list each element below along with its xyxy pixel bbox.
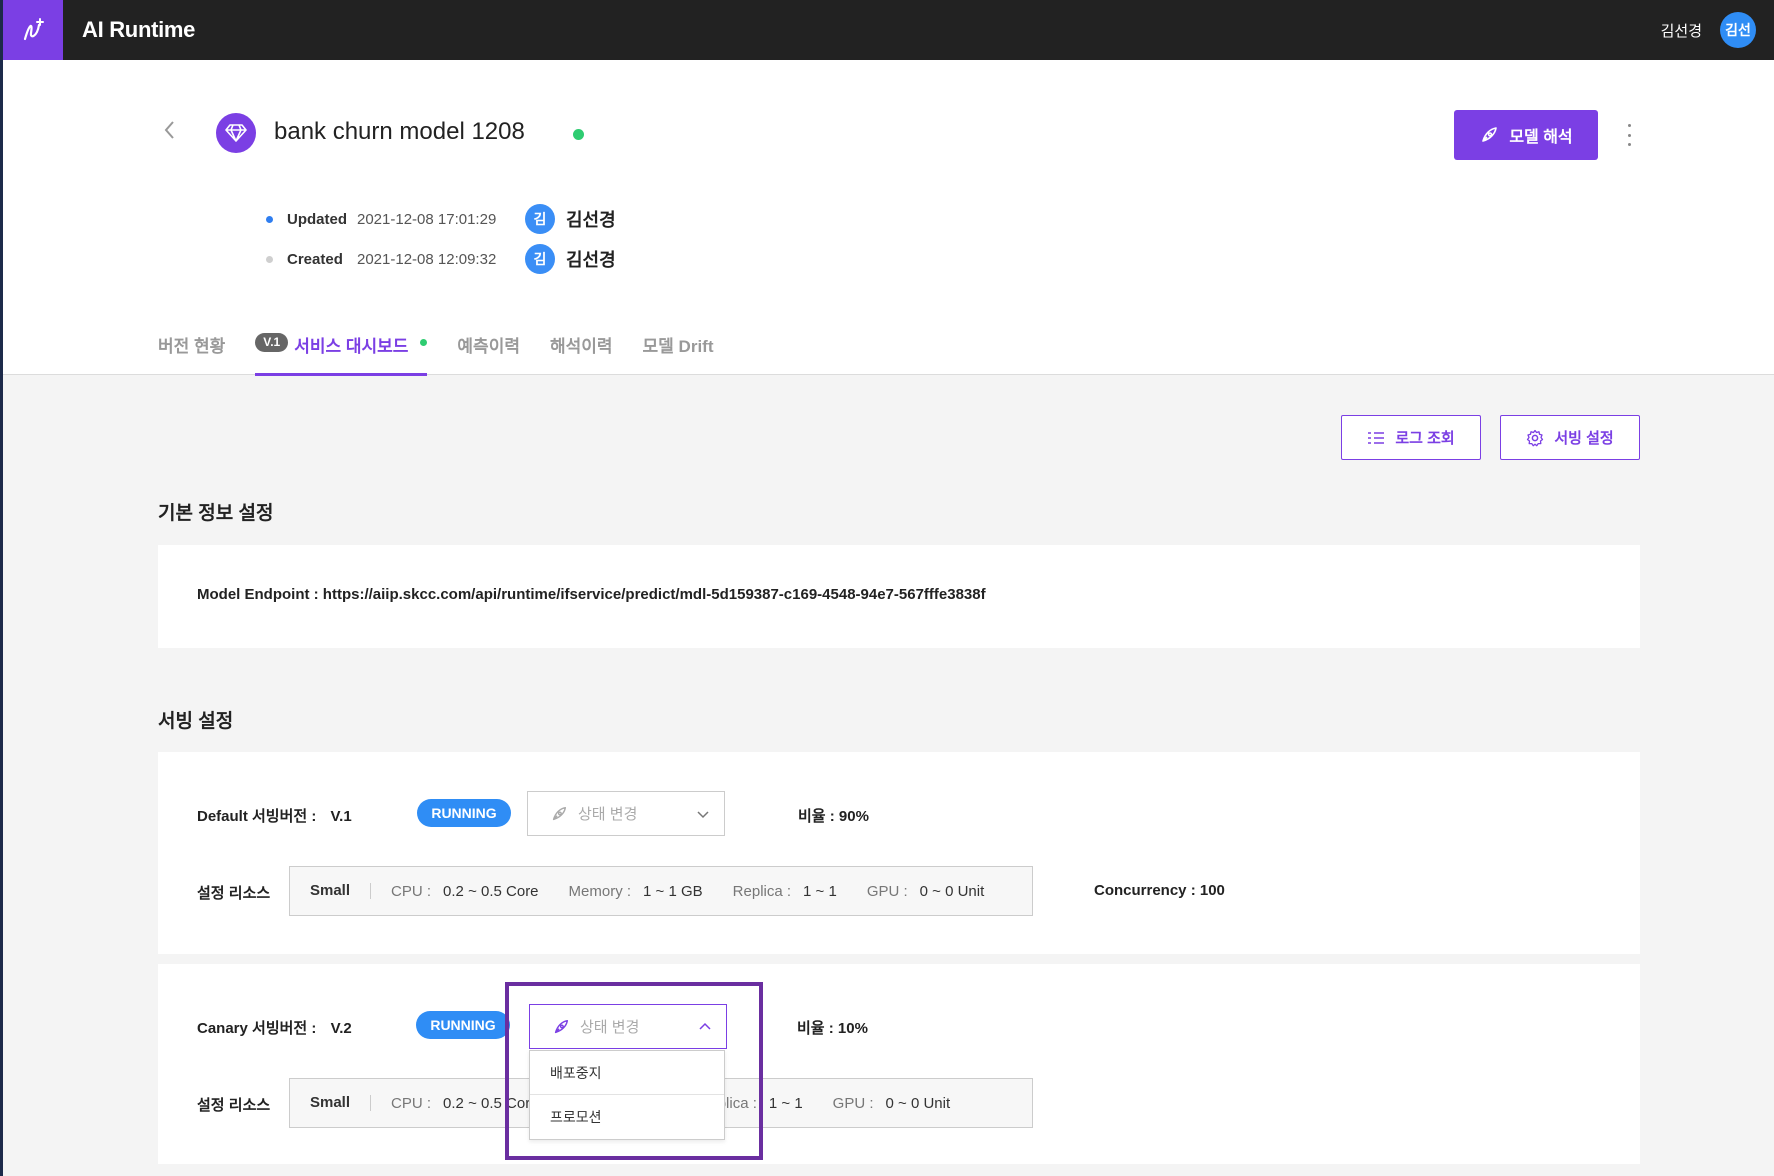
- updated-user: 김선경: [566, 210, 616, 230]
- app-title: AI Runtime: [82, 17, 196, 42]
- user-avatar[interactable]: 김선: [1720, 12, 1756, 48]
- updated-time: 2021-12-08 17:01:29: [357, 210, 497, 228]
- more-menu-button[interactable]: [1623, 124, 1635, 146]
- chevron-left-icon: [164, 121, 174, 139]
- cpu-label: CPU :: [391, 882, 432, 900]
- tab-label: 예측이력: [457, 337, 520, 356]
- chevron-up-icon: [699, 1022, 711, 1030]
- updated-avatar: 김: [525, 204, 555, 234]
- created-bullet: [266, 255, 273, 263]
- serving-settings-button[interactable]: 서빙 설정: [1500, 415, 1640, 460]
- memory-value: 1 ~ 1 GB: [643, 882, 703, 900]
- dropdown-option-promotion[interactable]: 프로모션: [530, 1095, 724, 1139]
- created-row: Created 2021-12-08 12:09:32 김 김선경: [266, 244, 616, 274]
- rocket-icon: [552, 806, 567, 820]
- tab-prediction-history[interactable]: 예측이력: [457, 318, 520, 376]
- canary-serving-label-text: Canary 서빙버전 :: [197, 1020, 317, 1037]
- default-serving-label-text: Default 서빙버전 :: [197, 808, 317, 825]
- logo-icon: [23, 18, 44, 41]
- app-window: AI Runtime 김선경 김선 bank churn model 1208 …: [3, 0, 1774, 1176]
- cpu-label: CPU :: [391, 1094, 432, 1112]
- tab-status-dot: [420, 339, 428, 346]
- explain-model-button[interactable]: 모델 해석: [1454, 110, 1598, 160]
- replica-value: 1 ~ 1: [768, 1094, 803, 1112]
- gpu-value: 0 ~ 0 Unit: [885, 1094, 951, 1112]
- model-endpoint: Model Endpoint : https://aiip.skcc.com/a…: [197, 586, 986, 603]
- log-view-button[interactable]: 로그 조회: [1341, 415, 1481, 460]
- top-bar: AI Runtime 김선경 김선: [3, 0, 1774, 60]
- canary-serving-card: Canary 서빙버전 : V.2 RUNNING 상태 변경 비율 : 10%…: [158, 964, 1640, 1164]
- back-button[interactable]: [158, 118, 182, 142]
- tab-label: 버전 현황: [158, 337, 226, 356]
- rocket-icon: [1482, 127, 1498, 142]
- replica-value: 1 ~ 1: [803, 882, 837, 900]
- canary-status-badge: RUNNING: [416, 1011, 510, 1039]
- basic-info-title: 기본 정보 설정: [158, 503, 274, 524]
- gpu-label: GPU :: [832, 1094, 874, 1112]
- tab-explanation-history[interactable]: 해석이력: [550, 318, 613, 376]
- tab-version-status[interactable]: 버전 현황: [158, 318, 225, 376]
- model-header: bank churn model 1208 모델 해석 Updated 2021…: [3, 60, 1774, 376]
- serving-settings-title: 서빙 설정: [158, 711, 234, 732]
- cpu-value: 0.2 ~ 0.5 Core: [443, 1094, 539, 1112]
- explain-model-label: 모델 해석: [1509, 129, 1573, 146]
- tab-label: 해석이력: [549, 337, 613, 356]
- gear-icon: [1527, 429, 1544, 446]
- gpu-value: 0 ~ 0 Unit: [919, 882, 985, 900]
- model-title: bank churn model 1208: [274, 118, 525, 145]
- canary-serving-version: V.2: [330, 1020, 352, 1037]
- default-status-select[interactable]: 상태 변경: [527, 791, 725, 836]
- canary-select-placeholder: 상태 변경: [580, 1019, 640, 1036]
- version-badge: V.1: [255, 333, 289, 352]
- serving-settings-label: 서빙 설정: [1554, 430, 1614, 447]
- basic-info-card: Model Endpoint : https://aiip.skcc.com/a…: [158, 545, 1640, 648]
- resource-size: Small: [310, 883, 372, 899]
- dropdown-option-stop-deploy[interactable]: 배포중지: [530, 1051, 724, 1095]
- canary-ratio: 비율 : 10%: [797, 1020, 868, 1037]
- cpu-value: 0.2 ~ 0.5 Core: [443, 882, 539, 900]
- memory-label: Memory :: [568, 882, 632, 900]
- diamond-icon: [225, 124, 247, 142]
- created-avatar: 김: [525, 244, 555, 274]
- default-serving-version: V.1: [330, 808, 352, 825]
- created-label: Created: [287, 250, 343, 268]
- default-resource-box: Small CPU : 0.2 ~ 0.5 Core Memory : 1 ~ …: [289, 866, 1033, 916]
- tab-label: 모델 Drift: [642, 337, 714, 356]
- tab-bar: 버전 현황 V.1 서비스 대시보드 예측이력 해석이력 모델 Drift: [158, 318, 744, 376]
- canary-serving-label: Canary 서빙버전 : V.2: [197, 1017, 352, 1038]
- kebab-icon: [1627, 124, 1631, 127]
- tab-label: 서비스 대시보드: [294, 337, 409, 356]
- tab-service-dashboard[interactable]: V.1 서비스 대시보드: [255, 318, 428, 376]
- user-name[interactable]: 김선경: [1661, 20, 1702, 41]
- default-select-placeholder: 상태 변경: [578, 806, 638, 823]
- gpu-label: GPU :: [866, 882, 908, 900]
- chevron-down-icon: [697, 811, 709, 819]
- log-view-label: 로그 조회: [1395, 430, 1455, 447]
- rocket-icon: [554, 1019, 569, 1033]
- created-time: 2021-12-08 12:09:32: [357, 250, 497, 268]
- default-status-badge: RUNNING: [417, 799, 511, 827]
- default-concurrency: Concurrency : 100: [1094, 882, 1225, 899]
- canary-status-select[interactable]: 상태 변경: [529, 1004, 727, 1049]
- default-serving-card: Default 서빙버전 : V.1 RUNNING 상태 변경 비율 : 90…: [158, 752, 1640, 954]
- created-user: 김선경: [566, 250, 616, 270]
- default-resource-label: 설정 리소스: [197, 885, 271, 902]
- default-ratio: 비율 : 90%: [798, 808, 869, 825]
- updated-bullet: [266, 215, 273, 223]
- resource-size: Small: [310, 1095, 372, 1111]
- updated-row: Updated 2021-12-08 17:01:29 김 김선경: [266, 204, 616, 234]
- model-status-dot: [573, 129, 584, 140]
- updated-label: Updated: [287, 210, 347, 228]
- canary-resource-label: 설정 리소스: [197, 1097, 271, 1114]
- model-icon: [216, 113, 256, 153]
- default-serving-label: Default 서빙버전 : V.1: [197, 805, 352, 826]
- list-icon: [1368, 431, 1385, 444]
- tab-model-drift[interactable]: 모델 Drift: [643, 318, 714, 376]
- replica-label: Replica :: [732, 882, 792, 900]
- app-logo[interactable]: [3, 0, 63, 60]
- status-dropdown-menu: 배포중지 프로모션: [529, 1050, 725, 1140]
